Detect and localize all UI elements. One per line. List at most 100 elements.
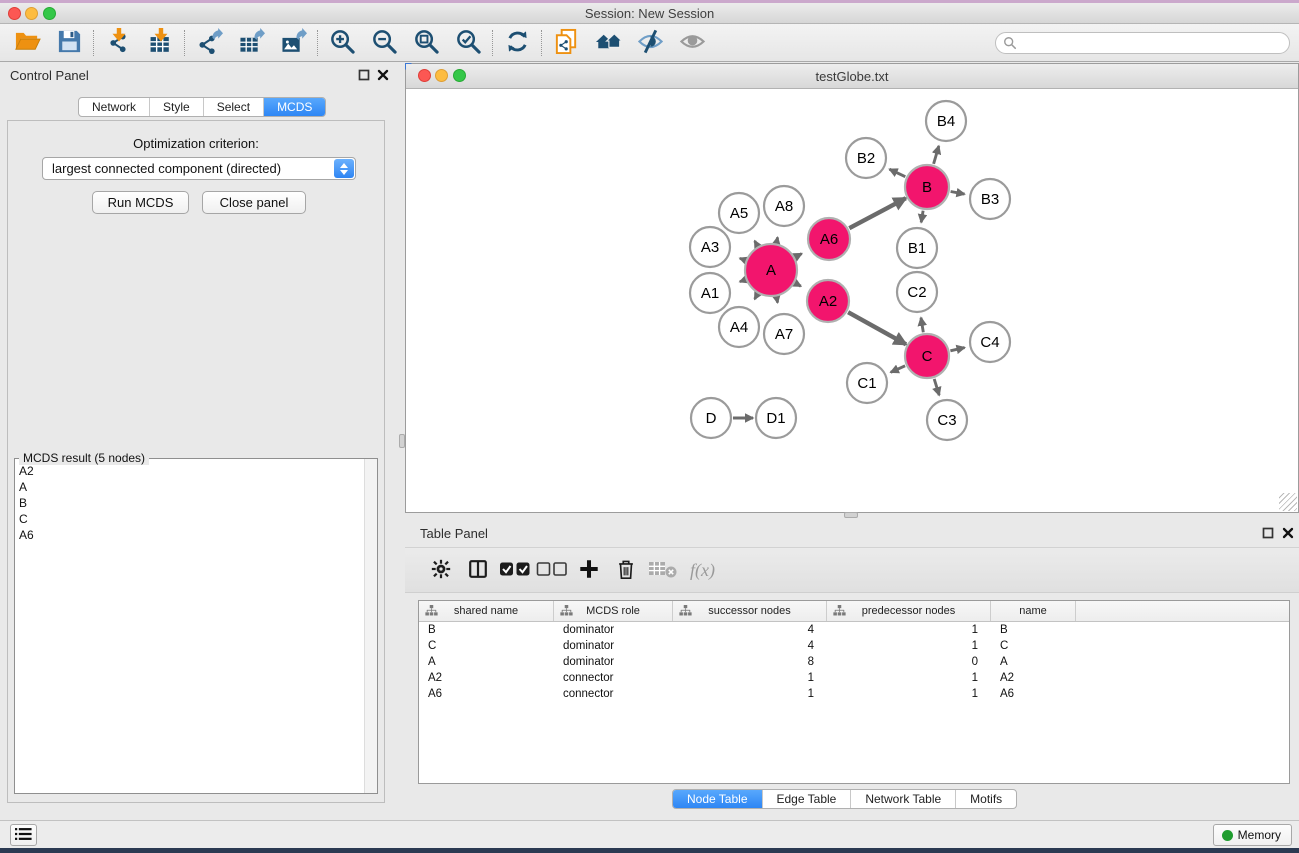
close-panel-button[interactable]: Close panel <box>202 191 306 214</box>
graph-node-C[interactable]: C <box>905 334 949 378</box>
graph-node-D1[interactable]: D1 <box>756 398 796 438</box>
graph-node-B1[interactable]: B1 <box>897 228 937 268</box>
delete-column-button[interactable] <box>607 552 644 588</box>
mcds-result-item[interactable]: A2 <box>19 463 364 479</box>
table-cell[interactable]: 4 <box>673 622 827 638</box>
mcds-result-item[interactable]: A6 <box>19 527 364 543</box>
select-all-button[interactable] <box>496 552 533 588</box>
graph-edge-A6-B[interactable] <box>849 198 906 228</box>
table-cell[interactable]: dominator <box>554 638 673 654</box>
graph-edge-A-A6[interactable] <box>796 254 802 257</box>
graph-edge-A-A2[interactable] <box>796 283 801 286</box>
float-table-panel-icon[interactable] <box>1261 527 1274 540</box>
table-cell[interactable]: A2 <box>991 670 1076 686</box>
table-cell[interactable]: A <box>419 654 554 670</box>
search-input[interactable] <box>995 32 1290 54</box>
table-cell[interactable]: 8 <box>673 654 827 670</box>
close-panel-icon[interactable] <box>376 69 389 82</box>
table-row[interactable]: Cdominator41C <box>419 638 1289 654</box>
graph-node-D[interactable]: D <box>691 398 731 438</box>
column-header-predecessor-nodes[interactable]: predecessor nodes <box>827 601 991 621</box>
graph-edge-B-B3[interactable] <box>951 192 965 195</box>
column-header-shared-name[interactable]: shared name <box>419 601 554 621</box>
table-cell[interactable]: 1 <box>827 638 991 654</box>
graph-edge-B-B1[interactable] <box>921 211 923 223</box>
tab-edge-table[interactable]: Edge Table <box>762 790 851 808</box>
network-overview-button[interactable] <box>587 26 629 60</box>
graph-node-B[interactable]: B <box>905 165 949 209</box>
graph-node-B2[interactable]: B2 <box>846 138 886 178</box>
resize-grip[interactable] <box>1279 493 1297 511</box>
table-cell[interactable]: 1 <box>827 686 991 702</box>
table-cell[interactable]: dominator <box>554 622 673 638</box>
show-panel-button[interactable] <box>671 26 713 60</box>
task-history-button[interactable] <box>10 824 37 846</box>
table-cell[interactable]: A2 <box>419 670 554 686</box>
tab-mcds[interactable]: MCDS <box>263 98 325 116</box>
table-cell[interactable]: C <box>991 638 1076 654</box>
table-cell[interactable]: B <box>419 622 554 638</box>
graph-node-B3[interactable]: B3 <box>970 179 1010 219</box>
table-cell[interactable]: 1 <box>827 622 991 638</box>
canvas-hscroll-thumb[interactable] <box>844 512 858 518</box>
criterion-select[interactable]: largest connected component (directed) <box>42 157 356 180</box>
table-row[interactable]: A6connector11A6 <box>419 686 1289 702</box>
graph-node-A7[interactable]: A7 <box>764 314 804 354</box>
mcds-result-item[interactable]: C <box>19 511 364 527</box>
graph-node-C2[interactable]: C2 <box>897 272 937 312</box>
table-cell[interactable]: 1 <box>673 686 827 702</box>
table-cell[interactable]: 1 <box>673 670 827 686</box>
table-cell[interactable]: 0 <box>827 654 991 670</box>
mcds-result-item[interactable]: A <box>19 479 364 495</box>
add-column-button[interactable] <box>570 552 607 588</box>
graph-edge-A-A4[interactable] <box>755 294 758 299</box>
export-network-button[interactable] <box>188 26 230 60</box>
graph-node-A3[interactable]: A3 <box>690 227 730 267</box>
graph-node-A8[interactable]: A8 <box>764 186 804 226</box>
graph-edge-A-A7[interactable] <box>777 297 778 302</box>
column-header-MCDS-role[interactable]: MCDS role <box>554 601 673 621</box>
column-header-successor-nodes[interactable]: successor nodes <box>673 601 827 621</box>
run-mcds-button[interactable]: Run MCDS <box>92 191 189 214</box>
graph-edge-A-A3[interactable] <box>740 258 745 260</box>
zoom-out-button[interactable] <box>363 26 405 60</box>
graph-node-C1[interactable]: C1 <box>847 363 887 403</box>
graph-node-A1[interactable]: A1 <box>690 273 730 313</box>
table-cell[interactable]: A6 <box>419 686 554 702</box>
column-view-button[interactable] <box>459 552 496 588</box>
network-canvas[interactable]: B4B2BB3A5A8A6A3B1AA1C2A2A4A7CC4C1C3DD1 <box>406 89 1298 512</box>
zoom-selected-button[interactable] <box>447 26 489 60</box>
graph-node-A5[interactable]: A5 <box>719 193 759 233</box>
zoom-in-button[interactable] <box>321 26 363 60</box>
table-row[interactable]: Adominator80A <box>419 654 1289 670</box>
import-network-button[interactable] <box>97 26 139 60</box>
save-session-button[interactable] <box>48 26 90 60</box>
mcds-result-scrollbar[interactable] <box>364 459 377 793</box>
table-cell[interactable]: 1 <box>827 670 991 686</box>
tab-style[interactable]: Style <box>149 98 203 116</box>
table-cell[interactable]: C <box>419 638 554 654</box>
graph-node-A2[interactable]: A2 <box>807 280 849 322</box>
clone-network-button[interactable] <box>545 26 587 60</box>
graph-edge-A2-C[interactable] <box>848 312 906 344</box>
open-file-button[interactable] <box>6 26 48 60</box>
import-table-button[interactable] <box>139 26 181 60</box>
tab-node-table[interactable]: Node Table <box>673 790 762 808</box>
zoom-fit-button[interactable] <box>405 26 447 60</box>
table-cell[interactable]: dominator <box>554 654 673 670</box>
tab-motifs[interactable]: Motifs <box>955 790 1016 808</box>
graph-node-B4[interactable]: B4 <box>926 101 966 141</box>
graph-edge-C-C3[interactable] <box>934 379 939 395</box>
tab-select[interactable]: Select <box>203 98 263 116</box>
table-row[interactable]: A2connector11A2 <box>419 670 1289 686</box>
graph-edge-C-C2[interactable] <box>921 318 923 333</box>
deselect-all-button[interactable] <box>533 552 570 588</box>
export-image-button[interactable] <box>272 26 314 60</box>
graph-edge-B-B4[interactable] <box>934 146 939 164</box>
graph-edge-A-A5[interactable] <box>755 241 758 246</box>
tab-network[interactable]: Network <box>79 98 149 116</box>
column-header-name[interactable]: name <box>991 601 1076 621</box>
close-table-panel-icon[interactable] <box>1281 527 1294 540</box>
memory-button[interactable]: Memory <box>1213 824 1292 846</box>
table-cell[interactable]: A6 <box>991 686 1076 702</box>
